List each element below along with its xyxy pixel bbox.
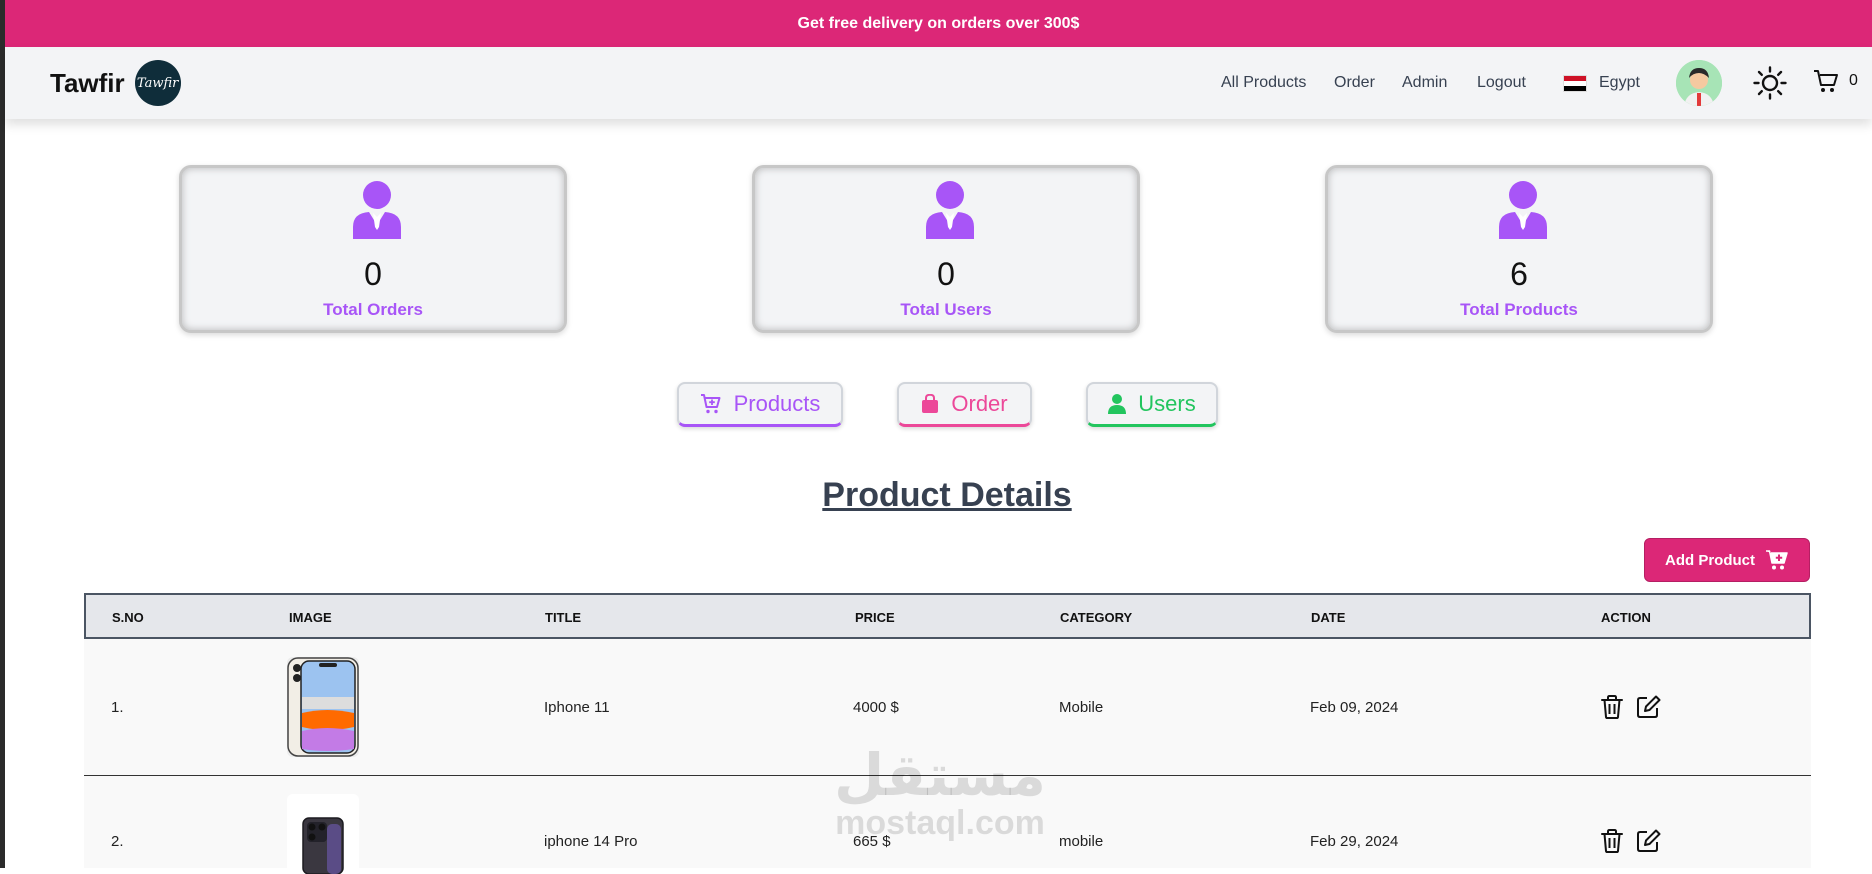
nav-link-logout[interactable]: Logout: [1477, 74, 1526, 92]
product-image: [287, 657, 359, 757]
trash-icon[interactable]: [1599, 828, 1625, 854]
edit-icon[interactable]: [1635, 828, 1661, 854]
promo-banner: Get free delivery on orders over 300$: [5, 0, 1872, 47]
tab-order-label: Order: [951, 391, 1008, 416]
tab-products-label: Products: [733, 391, 821, 416]
stat-value: 6: [1510, 256, 1528, 292]
window-edge: [0, 0, 5, 868]
businessman-icon: [1499, 181, 1547, 239]
cart-plus-icon: [700, 394, 721, 414]
cart-button[interactable]: 0: [1813, 69, 1858, 93]
th-date: DATE: [1311, 610, 1346, 625]
product-image: [287, 794, 359, 874]
watermark-arabic: مستقل: [833, 741, 1047, 809]
cart-plus-icon: [1766, 550, 1788, 570]
stat-card-users: 0 Total Users: [752, 165, 1140, 333]
add-product-label: Add Product: [1665, 551, 1755, 569]
cell-price: 4000 $: [853, 699, 899, 716]
egypt-flag-icon: [1563, 74, 1587, 92]
cell-date: Feb 09, 2024: [1310, 699, 1399, 716]
cell-category: Mobile: [1059, 699, 1104, 716]
nav-link-all-products[interactable]: All Products: [1221, 74, 1306, 92]
cart-icon: [1814, 70, 1838, 92]
iphone-11-image: [287, 657, 359, 757]
cell-sno: 2.: [111, 833, 124, 850]
user-avatar-icon: [1676, 60, 1722, 106]
tab-users[interactable]: Users: [1086, 382, 1218, 427]
stat-card-orders: 0 Total Orders: [179, 165, 567, 333]
add-product-button[interactable]: Add Product: [1644, 538, 1810, 582]
stat-label: Total Products: [1460, 300, 1578, 319]
stat-value: 0: [364, 256, 382, 292]
shopping-bag-icon: [922, 394, 939, 413]
user-icon: [1108, 394, 1127, 414]
country-selector[interactable]: Egypt: [1563, 74, 1640, 92]
tab-order[interactable]: Order: [897, 382, 1032, 427]
cart-count: 0: [1849, 72, 1858, 89]
stat-label: Total Orders: [323, 300, 423, 319]
nav-links: All Products Order Admin Logout Egypt: [5, 47, 1872, 119]
edit-icon[interactable]: [1635, 694, 1661, 720]
th-sno: S.NO: [112, 610, 144, 625]
stat-card-products: 6 Total Products: [1325, 165, 1713, 333]
watermark: مستقل mostaql.com: [820, 745, 1060, 841]
cell-date: Feb 29, 2024: [1310, 833, 1399, 850]
section-title: Product Details: [822, 476, 1072, 514]
watermark-latin: mostaql.com: [835, 804, 1045, 842]
th-image: IMAGE: [289, 610, 332, 625]
nav-link-order[interactable]: Order: [1334, 74, 1375, 92]
avatar[interactable]: [1676, 60, 1722, 106]
th-price: PRICE: [855, 610, 895, 625]
nav-link-admin[interactable]: Admin: [1402, 74, 1447, 92]
country-label: Egypt: [1599, 74, 1640, 91]
businessman-icon: [353, 181, 401, 239]
cell-category: mobile: [1059, 833, 1104, 850]
tab-products[interactable]: Products: [677, 382, 843, 427]
businessman-icon: [926, 181, 974, 239]
trash-icon[interactable]: [1599, 694, 1625, 720]
cell-sno: 1.: [111, 699, 124, 716]
sun-icon[interactable]: [1753, 66, 1787, 100]
iphone-14-pro-image: [287, 794, 359, 874]
th-title: TITLE: [545, 610, 582, 625]
cell-title: iphone 14 Pro: [544, 833, 638, 850]
table-header: S.NO IMAGE TITLE PRICE CATEGORY DATE ACT…: [84, 593, 1811, 639]
tab-users-label: Users: [1138, 391, 1196, 416]
stat-label: Total Users: [900, 300, 992, 319]
th-action: ACTION: [1601, 610, 1651, 625]
promo-text: Get free delivery on orders over 300$: [797, 14, 1080, 32]
th-category: CATEGORY: [1060, 610, 1133, 625]
cell-title: Iphone 11: [544, 699, 610, 716]
navbar: Tawfir Tawfir All Products Order Admin L…: [5, 47, 1872, 119]
stat-value: 0: [937, 256, 955, 292]
